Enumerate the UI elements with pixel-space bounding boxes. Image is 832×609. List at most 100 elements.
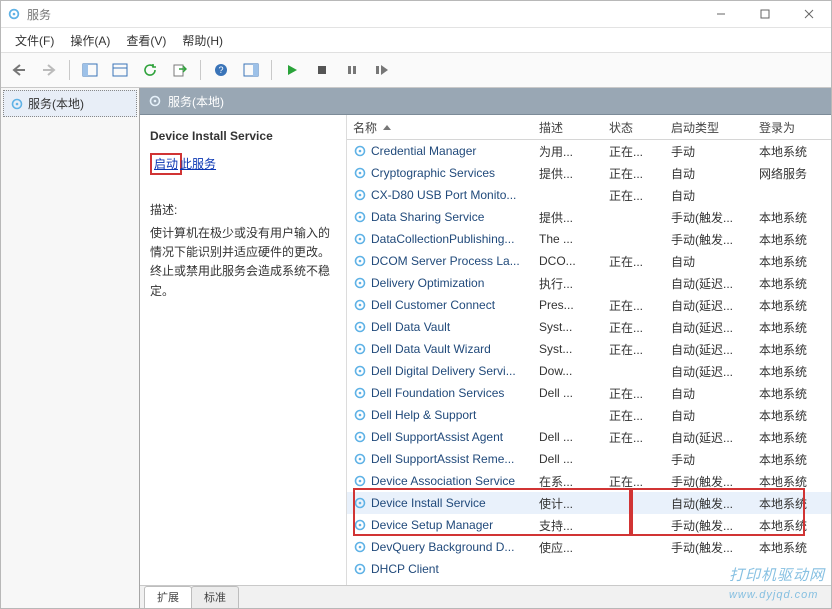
menu-view[interactable]: 查看(V) [120,30,172,51]
close-button[interactable] [787,1,831,27]
cell-start: 自动(延迟... [665,341,753,358]
cell-status: 正在... [603,429,665,446]
action-pane-button[interactable] [239,58,263,82]
table-row[interactable]: DevQuery Background D...使应...手动(触发...本地系… [347,536,831,558]
cell-start: 自动 [665,187,753,204]
minimize-button[interactable] [699,1,743,27]
nav-pane: 服务(本地) [1,88,140,608]
col-status[interactable]: 状态 [603,119,665,136]
col-desc[interactable]: 描述 [533,119,603,136]
cell-logon: 本地系统 [753,517,831,534]
start-service-button[interactable] [280,58,304,82]
table-row[interactable]: Device Association Service在系...正在...手动(触… [347,470,831,492]
menu-file[interactable]: 文件(F) [9,30,60,51]
cell-name: Data Sharing Service [347,210,533,224]
table-row[interactable]: Dell Data Vault WizardSyst...正在...自动(延迟.… [347,338,831,360]
cell-logon: 本地系统 [753,297,831,314]
cell-start: 自动(触发... [665,495,753,512]
cell-desc: 为用... [533,143,603,160]
cell-status: 正在... [603,187,665,204]
cell-logon: 本地系统 [753,209,831,226]
gear-icon [353,496,367,510]
cell-name: Device Setup Manager [347,518,533,532]
window-root: 服务 文件(F) 操作(A) 查看(V) 帮助(H) ? 服 [0,0,832,609]
cell-status: 正在... [603,143,665,160]
cell-logon: 本地系统 [753,539,831,556]
cell-name: Credential Manager [347,144,533,158]
pause-service-button[interactable] [340,58,364,82]
cell-status: 正在... [603,407,665,424]
cell-desc: 提供... [533,165,603,182]
col-start[interactable]: 启动类型 [665,119,753,136]
menubar: 文件(F) 操作(A) 查看(V) 帮助(H) [1,28,831,53]
services-icon [7,7,21,21]
cell-status: 正在... [603,319,665,336]
table-row[interactable]: Dell Data VaultSyst...正在...自动(延迟...本地系统 [347,316,831,338]
window-title: 服务 [27,6,51,23]
start-service-link-tail[interactable]: 此服务 [180,157,216,171]
menu-action[interactable]: 操作(A) [64,30,116,51]
table-row[interactable]: Cryptographic Services提供...正在...自动网络服务 [347,162,831,184]
export-list-button[interactable] [168,58,192,82]
cell-name: CX-D80 USB Port Monito... [347,188,533,202]
table-row[interactable]: Dell Digital Delivery Servi...Dow...自动(延… [347,360,831,382]
nav-back-button[interactable] [7,58,31,82]
tab-extended[interactable]: 扩展 [144,586,192,608]
cell-desc: 使计... [533,495,603,512]
table-row[interactable]: Credential Manager为用...正在...手动本地系统 [347,140,831,162]
table-row[interactable]: DataCollectionPublishing...The ...手动(触发.… [347,228,831,250]
properties-button[interactable] [108,58,132,82]
cell-status: 正在... [603,385,665,402]
table-row[interactable]: Dell SupportAssist Reme...Dell ...手动本地系统 [347,448,831,470]
gear-icon [353,430,367,444]
cell-start: 手动(触发... [665,539,753,556]
table-row[interactable]: Dell Help & Support正在...自动本地系统 [347,404,831,426]
cell-name: Dell Data Vault Wizard [347,342,533,356]
cell-status: 正在... [603,253,665,270]
cell-start: 手动(触发... [665,517,753,534]
cell-status: 正在... [603,341,665,358]
cell-start: 手动 [665,143,753,160]
table-row[interactable]: Device Install Service使计...自动(触发...本地系统 [347,492,831,514]
cell-start: 自动(延迟... [665,363,753,380]
pane-header-title: 服务(本地) [168,93,224,110]
show-hide-pane-button[interactable] [78,58,102,82]
toolbar-separator [200,60,201,80]
stop-service-button[interactable] [310,58,334,82]
table-row[interactable]: DCOM Server Process La...DCO...正在...自动本地… [347,250,831,272]
gear-icon [353,518,367,532]
col-name[interactable]: 名称 [347,119,533,136]
table-row[interactable]: Data Sharing Service提供...手动(触发...本地系统 [347,206,831,228]
cell-desc: 支持... [533,517,603,534]
refresh-button[interactable] [138,58,162,82]
menu-help[interactable]: 帮助(H) [176,30,229,51]
help-button[interactable]: ? [209,58,233,82]
cell-desc: 使应... [533,539,603,556]
table-row[interactable]: Dell Foundation ServicesDell ...正在...自动本… [347,382,831,404]
table-row[interactable]: Dell Customer ConnectPres...正在...自动(延迟..… [347,294,831,316]
restart-service-button[interactable] [370,58,394,82]
nav-node-services-local[interactable]: 服务(本地) [3,90,137,117]
cell-logon: 本地系统 [753,385,831,402]
cell-start: 自动 [665,253,753,270]
table-row[interactable]: Dell SupportAssist AgentDell ...正在...自动(… [347,426,831,448]
table-row[interactable]: Delivery Optimization执行...自动(延迟...本地系统 [347,272,831,294]
desc-text: 使计算机在极少或没有用户输入的情况下能识别并适应硬件的更改。终止或禁用此服务会造… [150,224,338,301]
table-row[interactable]: CX-D80 USB Port Monito... 正在...自动 [347,184,831,206]
cell-start: 自动(延迟... [665,429,753,446]
maximize-button[interactable] [743,1,787,27]
tab-standard[interactable]: 标准 [191,586,239,608]
toolbar: ? [1,53,831,88]
nav-forward-button[interactable] [37,58,61,82]
cell-name: Delivery Optimization [347,276,533,290]
cell-start: 自动(延迟... [665,275,753,292]
start-service-link[interactable]: 启动 [154,157,178,171]
view-tabs: 扩展 标准 [140,585,831,608]
cell-desc: 在系... [533,473,603,490]
cell-name: Dell SupportAssist Reme... [347,452,533,466]
cell-logon: 网络服务 [753,165,831,182]
col-logon[interactable]: 登录为 [753,119,831,136]
cell-name: DCOM Server Process La... [347,254,533,268]
cell-logon: 本地系统 [753,275,831,292]
table-row[interactable]: Device Setup Manager支持... 手动(触发...本地系统 [347,514,831,536]
